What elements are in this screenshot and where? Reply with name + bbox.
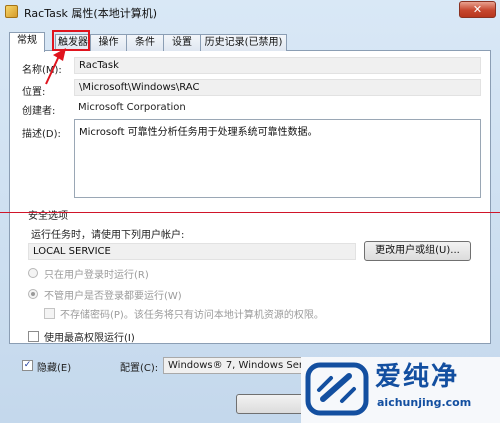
change-user-button[interactable]: 更改用户或组(U)...: [364, 241, 471, 261]
title-bar[interactable]: RacTask 属性(本地计算机) ✕: [0, 0, 500, 24]
description-textarea[interactable]: Microsoft 可靠性分析任务用于处理系统可靠性数据。: [74, 119, 481, 198]
user-account-field: LOCAL SERVICE: [28, 243, 356, 260]
description-label: 描述(D):: [22, 129, 61, 140]
annotation-divider-line: [0, 212, 500, 213]
hidden-label: 隐藏(E): [37, 363, 72, 374]
close-icon: ✕: [472, 3, 483, 16]
tab-history[interactable]: 历史记录(已禁用): [200, 34, 287, 51]
task-icon: [5, 5, 18, 18]
annotation-arrow: [45, 48, 66, 85]
location-field[interactable]: \Microsoft\Windows\RAC: [74, 79, 481, 96]
security-section-label: 安全选项: [28, 211, 68, 222]
radio-run-logged-on[interactable]: [28, 268, 38, 278]
highest-privileges-checkbox[interactable]: [28, 331, 39, 342]
ok-button[interactable]: [236, 394, 304, 414]
run-as-label: 运行任务时，请使用下列用户帐户:: [31, 230, 185, 241]
tab-actions[interactable]: 操作: [90, 34, 127, 51]
radio-run-whether-logged-on-label: 不管用户是否登录都要运行(W): [44, 291, 182, 302]
author-value: Microsoft Corporation: [78, 102, 186, 113]
author-label: 创建者:: [22, 106, 56, 117]
close-button[interactable]: ✕: [459, 1, 496, 18]
no-password-label: 不存储密码(P)。该任务将只有访问本地计算机资源的权限。: [60, 310, 324, 321]
window-title: RacTask 属性(本地计算机): [24, 7, 158, 20]
watermark-url: aichunjing.com: [377, 396, 472, 409]
name-field[interactable]: RacTask: [74, 57, 481, 74]
highest-privileges-label: 使用最高权限运行(I): [44, 333, 135, 344]
tab-conditions[interactable]: 条件: [126, 34, 164, 51]
radio-run-whether-logged-on[interactable]: [28, 289, 38, 299]
no-password-checkbox[interactable]: [44, 308, 55, 319]
watermark-title: 爱纯净: [375, 362, 460, 392]
watermark-logo: [305, 362, 369, 416]
tab-settings[interactable]: 设置: [163, 34, 201, 51]
radio-run-logged-on-label: 只在用户登录时运行(R): [44, 270, 149, 281]
properties-window: RacTask 属性(本地计算机) ✕ 常规 触发器 操作 条件 设置 历史记录…: [0, 0, 500, 423]
hidden-checkbox[interactable]: ✓: [22, 360, 33, 371]
configure-label: 配置(C):: [120, 363, 159, 374]
